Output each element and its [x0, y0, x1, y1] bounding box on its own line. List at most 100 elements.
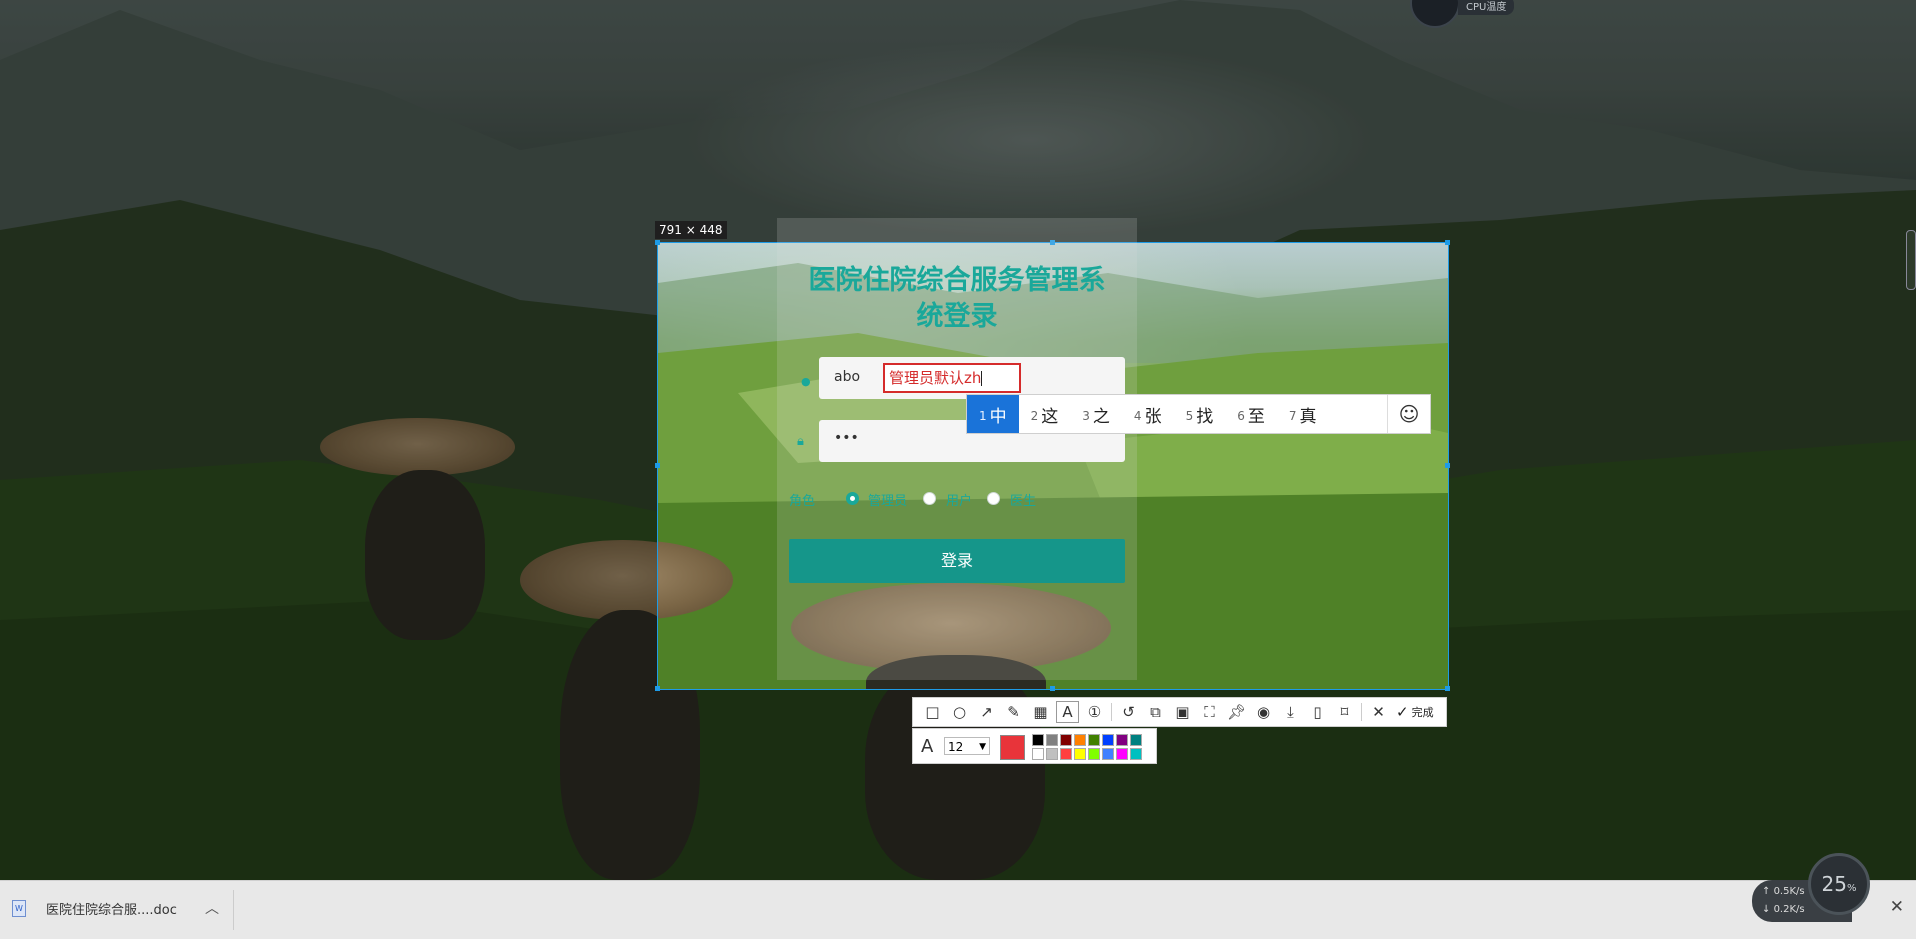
scrollbar[interactable]	[1906, 230, 1916, 290]
color-palette	[1032, 734, 1142, 760]
font-size-value: 12	[948, 740, 964, 754]
role-label-user: 用户	[946, 494, 973, 509]
user-icon: ●	[801, 375, 811, 388]
candidate-number: 7	[1288, 408, 1297, 423]
text-caret	[981, 371, 983, 386]
save-icon[interactable]: ▯	[1304, 698, 1331, 726]
text-style-toolbar: A 12 ▼	[912, 728, 1157, 764]
text-annotation-box[interactable]: 管理员默认zh	[883, 363, 1021, 393]
candidate-text: 找	[1196, 406, 1214, 427]
toolbar-divider	[1361, 703, 1362, 721]
ime-candidate[interactable]: 2这	[1019, 395, 1071, 433]
crop-icon[interactable]: ⧉	[1142, 698, 1169, 726]
done-button[interactable]: ✓ 完成	[1396, 703, 1434, 721]
gauge-unit: %	[1846, 883, 1857, 894]
role-label: 角色	[789, 494, 816, 509]
ime-candidate-bar: 1中 2这 3之 4张 5找 6至 7真 ☺	[966, 394, 1431, 434]
color-swatch[interactable]	[1060, 748, 1072, 760]
color-swatch[interactable]	[1074, 748, 1086, 760]
role-radio-doctor[interactable]	[987, 492, 1000, 505]
emoji-icon[interactable]: ☺	[1387, 395, 1430, 433]
chevron-up-icon[interactable]: ︿	[205, 898, 219, 918]
color-swatch[interactable]	[1032, 734, 1044, 746]
download-bar: W 医院住院综合服....doc ︿ ✕	[0, 880, 1916, 939]
ime-candidate[interactable]: 6至	[1225, 395, 1277, 433]
check-icon: ✓	[1396, 703, 1409, 721]
download-unit: K/s	[1789, 904, 1805, 915]
color-swatch[interactable]	[1088, 748, 1100, 760]
resize-handle[interactable]	[1050, 686, 1055, 691]
done-label: 完成	[1411, 706, 1434, 719]
color-swatch[interactable]	[1116, 748, 1128, 760]
number-icon[interactable]: ①	[1081, 698, 1108, 726]
close-icon[interactable]: ✕	[1890, 897, 1904, 917]
current-color-swatch[interactable]	[1000, 735, 1025, 760]
candidate-text: 真	[1299, 406, 1317, 427]
resize-handle[interactable]	[1445, 463, 1450, 468]
username-value: abo	[834, 369, 861, 385]
upload-unit: K/s	[1789, 886, 1805, 897]
resize-handle[interactable]	[655, 240, 660, 245]
download-icon[interactable]: ⤓	[1277, 698, 1304, 726]
record-icon[interactable]: ◉	[1250, 698, 1277, 726]
ime-candidate[interactable]: 5找	[1174, 395, 1226, 433]
mosaic-icon[interactable]: ▦	[1027, 698, 1054, 726]
role-label-admin: 管理员	[868, 494, 908, 509]
pencil-icon[interactable]: ✎	[1000, 698, 1027, 726]
upload-speed: ↑ 0.5K/s	[1762, 886, 1805, 897]
font-icon: A	[921, 736, 934, 757]
document-icon: W	[12, 900, 26, 917]
rectangle-icon[interactable]: □	[919, 698, 946, 726]
color-swatch[interactable]	[1046, 748, 1058, 760]
candidate-number: 5	[1185, 408, 1194, 423]
download-divider	[233, 890, 234, 930]
color-swatch[interactable]	[1102, 734, 1114, 746]
arrow-icon[interactable]: ↗	[973, 698, 1000, 726]
gauge-value: 25	[1821, 872, 1847, 896]
pin-icon[interactable]: 📌︎	[1223, 698, 1250, 726]
bookmark-icon[interactable]: ⌑	[1331, 698, 1358, 726]
color-swatch[interactable]	[1130, 734, 1142, 746]
download-speed: ↓ 0.2K/s	[1762, 904, 1805, 915]
color-swatch[interactable]	[1060, 734, 1072, 746]
toolbar-divider	[1111, 703, 1112, 721]
close-icon[interactable]: ✕	[1365, 698, 1392, 726]
color-swatch[interactable]	[1130, 748, 1142, 760]
capture-size-label: 791 × 448	[655, 221, 727, 239]
role-radio-user[interactable]	[923, 492, 936, 505]
text-icon[interactable]: A	[1056, 701, 1079, 723]
color-swatch[interactable]	[1102, 748, 1114, 760]
color-swatch[interactable]	[1116, 734, 1128, 746]
ime-candidate[interactable]: 4张	[1122, 395, 1174, 433]
chevron-down-icon: ▼	[979, 742, 986, 752]
role-radio-admin[interactable]	[846, 492, 859, 505]
cpu-label: CPU温度	[1458, 0, 1515, 15]
ime-candidate[interactable]: 7真	[1277, 395, 1329, 433]
color-swatch[interactable]	[1046, 734, 1058, 746]
undo-icon[interactable]: ↺	[1115, 698, 1142, 726]
ime-candidate[interactable]: 3之	[1070, 395, 1122, 433]
resize-handle[interactable]	[1445, 686, 1450, 691]
color-swatch[interactable]	[1074, 734, 1086, 746]
color-swatch[interactable]	[1088, 734, 1100, 746]
usage-gauge[interactable]: 25%	[1808, 853, 1870, 915]
font-size-select[interactable]: 12 ▼	[944, 737, 990, 755]
candidate-text: 中	[989, 406, 1007, 427]
fullscreen-icon[interactable]: ⛶	[1196, 698, 1223, 726]
download-file-name: 医院住院综合服....doc	[46, 903, 177, 918]
ime-composition-text: 管理员默认zh	[889, 369, 982, 387]
candidate-number: 3	[1082, 408, 1090, 423]
resize-handle[interactable]	[1445, 240, 1450, 245]
resize-handle[interactable]	[655, 463, 660, 468]
ime-candidate[interactable]: 1中	[967, 395, 1019, 433]
download-item[interactable]: W 医院住院综合服....doc	[12, 899, 177, 918]
login-button[interactable]: 登录	[789, 539, 1125, 583]
ellipse-icon[interactable]: ○	[946, 698, 973, 726]
candidate-text: 至	[1247, 406, 1265, 427]
resize-handle[interactable]	[655, 686, 660, 691]
screenshot-toolbar: □ ○ ↗ ✎ ▦ A ① ↺ ⧉ ▣ ⛶ 📌︎ ◉ ⤓ ▯ ⌑ ✕ ✓ 完成	[912, 697, 1447, 727]
color-swatch[interactable]	[1032, 748, 1044, 760]
candidate-number: 4	[1133, 408, 1142, 423]
candidate-text: 张	[1144, 406, 1162, 427]
ocr-icon[interactable]: ▣	[1169, 698, 1196, 726]
